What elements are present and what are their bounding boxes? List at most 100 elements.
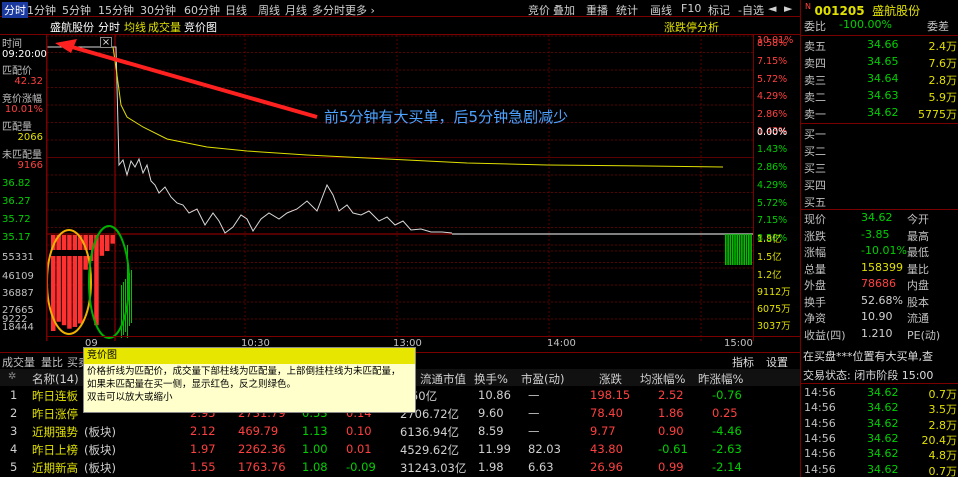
end-bar [727,234,729,265]
toolbar-item[interactable]: F10 [681,2,701,15]
price-tick: 36.27 [2,196,31,207]
cell-c2: 469.79 [238,424,279,438]
col-prev-change[interactable]: 昨涨幅% [698,371,743,387]
chart-tab-volume[interactable]: 成交量 [148,19,181,35]
table-row[interactable]: 4 昨日上榜 (板块) 1.97 2262.36 1.00 0.01 4529.62亿 11.9… [0,440,800,458]
period-toolbar: 分时 1分钟 5分钟 15分钟 30分钟 60分钟 日线 周线 月线 多分时 更多 › 竞价 叠加 重播统… [0,0,800,18]
chart-stock-name[interactable]: 盛航股份 [50,19,94,35]
tick-time: 14:56 [804,416,836,430]
toolbar-item[interactable]: 标记 [708,2,730,18]
pct-tick: 0.00% [757,127,788,138]
pct-tick: 8.58% [757,38,788,49]
end-bar [738,234,741,265]
stat-value: 10.90 [861,310,893,323]
auction-bar [56,235,61,322]
toolbar-item[interactable]: 分时 [2,2,28,18]
chart-tab-intraday[interactable]: 分时 [98,19,120,35]
tick-price: 34.62 [867,462,899,476]
close-icon[interactable]: × [100,37,112,48]
cell-avg: 0.99 [658,460,684,474]
toolbar-item[interactable]: 多分时 [312,2,345,18]
toolbar-item[interactable]: 60分钟 [184,2,220,18]
bid-row: 买二 [801,142,958,159]
stat-label2: 最低 [907,246,929,259]
tick-price: 34.62 [867,447,899,461]
chart-tab-auction[interactable]: 竞价图 [184,19,217,35]
toolbar-item[interactable]: 统计 [616,2,638,18]
col-turnover[interactable]: 换手% [474,371,508,387]
vol-tick: 9222 [2,314,28,325]
col-mcap[interactable]: 流通市值 [420,371,466,387]
indicator-button[interactable]: 指标 [732,354,754,370]
col-change[interactable]: 涨跌 [599,371,622,387]
cell-pe: — [528,406,540,420]
cell-turn: 9.60 [478,406,504,420]
toolbar-item[interactable]: 画线 [650,2,672,18]
tick-row: 14:56 34.62 0.7万 [801,462,958,477]
stat-label2: 今开 [907,213,929,226]
chart-tab-avg-line[interactable]: 均线 [124,19,146,35]
tab-volume-ratio[interactable]: 量比 [41,354,63,370]
bid-label: 买三 [804,162,826,175]
auction-bar [94,235,99,326]
toolbar-item[interactable]: 月线 [285,2,307,18]
vol-tick: 55331 [2,252,34,263]
ask-row: 卖三 34.64 2.8万 [801,71,958,88]
vol-axis-tick: 1.2亿 [757,270,782,281]
toolbar-item[interactable]: 周线 [258,2,280,18]
gear-icon[interactable]: ✲ [8,371,16,382]
cell-prev: -4.46 [712,424,742,438]
pct-tick: 2.86% [757,109,788,120]
toolbar-item[interactable]: 重播 [586,2,608,18]
stat-label2: PE(动) [907,328,941,342]
cell-c1: 1.55 [190,460,216,474]
toolbar-item[interactable]: ◄ [768,2,776,15]
bid-label: 买五 [804,196,826,209]
price-tick: 36.82 [2,178,31,189]
tick-price: 34.62 [867,416,899,430]
col-pe[interactable]: 市盈(动) [521,371,564,387]
toolbar-item[interactable]: 日线 [225,2,247,18]
cell-turn: 1.98 [478,460,504,474]
toolbar-item[interactable]: 竞价 [528,2,550,18]
col-name[interactable]: 名称(14) [32,371,79,387]
end-bar [748,234,750,265]
arrow-head [55,39,77,53]
ask-volume: 5775万 [918,108,957,121]
tab-volume[interactable]: 成交量 [2,354,35,370]
bid-row: 买四 [801,176,958,193]
stat-row: 收益(四) 1.210 PE(动) [801,326,958,343]
ask-volume: 7.6万 [928,57,958,70]
cell-mcap: 6136.94亿 [400,425,460,439]
toolbar-item[interactable]: 1分钟 [27,2,56,18]
limit-analysis-button[interactable]: 涨跌停分析 [664,19,719,35]
stat-row: 总量 158399 量比 [801,260,958,277]
intraday-chart[interactable] [47,35,753,341]
wb-label: 委比 [804,20,826,33]
cell-chg: 9.77 [590,424,616,438]
cell-name: 昨日涨停 [32,407,78,421]
pct-tick: 5.72% [757,198,788,209]
stat-value: 52.68% [861,293,903,307]
toolbar-item[interactable]: 30分钟 [140,2,176,18]
toolbar-item[interactable]: 更多 › [345,2,375,18]
end-bar [741,234,743,265]
cell-c3: 1.00 [302,442,328,456]
table-row[interactable]: 3 近期强势 (板块) 2.12 469.79 1.13 0.10 6136.94亿 8.59 —… [0,422,800,440]
stat-row: 换手 52.68% 股本 [801,293,958,310]
toolbar-item[interactable]: -自选 [738,2,764,18]
toolbar-item[interactable]: 叠加 [553,2,575,18]
col-avg-change[interactable]: 均涨幅% [640,371,685,387]
ask-label: 卖二 [804,91,826,104]
toolbar-item[interactable]: ► [784,2,792,15]
pct-tick: 4.29% [757,91,788,102]
stat-value: 34.62 [861,211,893,224]
toolbar-item[interactable]: 15分钟 [98,2,134,18]
table-row[interactable]: 5 近期新高 (板块) 1.55 1763.76 1.08 -0.09 31243.03亿 1.… [0,458,800,476]
cell-avg: 0.90 [658,424,684,438]
toolbar-item[interactable]: 5分钟 [62,2,91,18]
cell-idx: 1 [10,388,18,402]
settings-button[interactable]: 设置 [766,354,788,370]
tick-time: 14:56 [804,447,836,461]
cell-c4: 0.10 [346,424,372,438]
